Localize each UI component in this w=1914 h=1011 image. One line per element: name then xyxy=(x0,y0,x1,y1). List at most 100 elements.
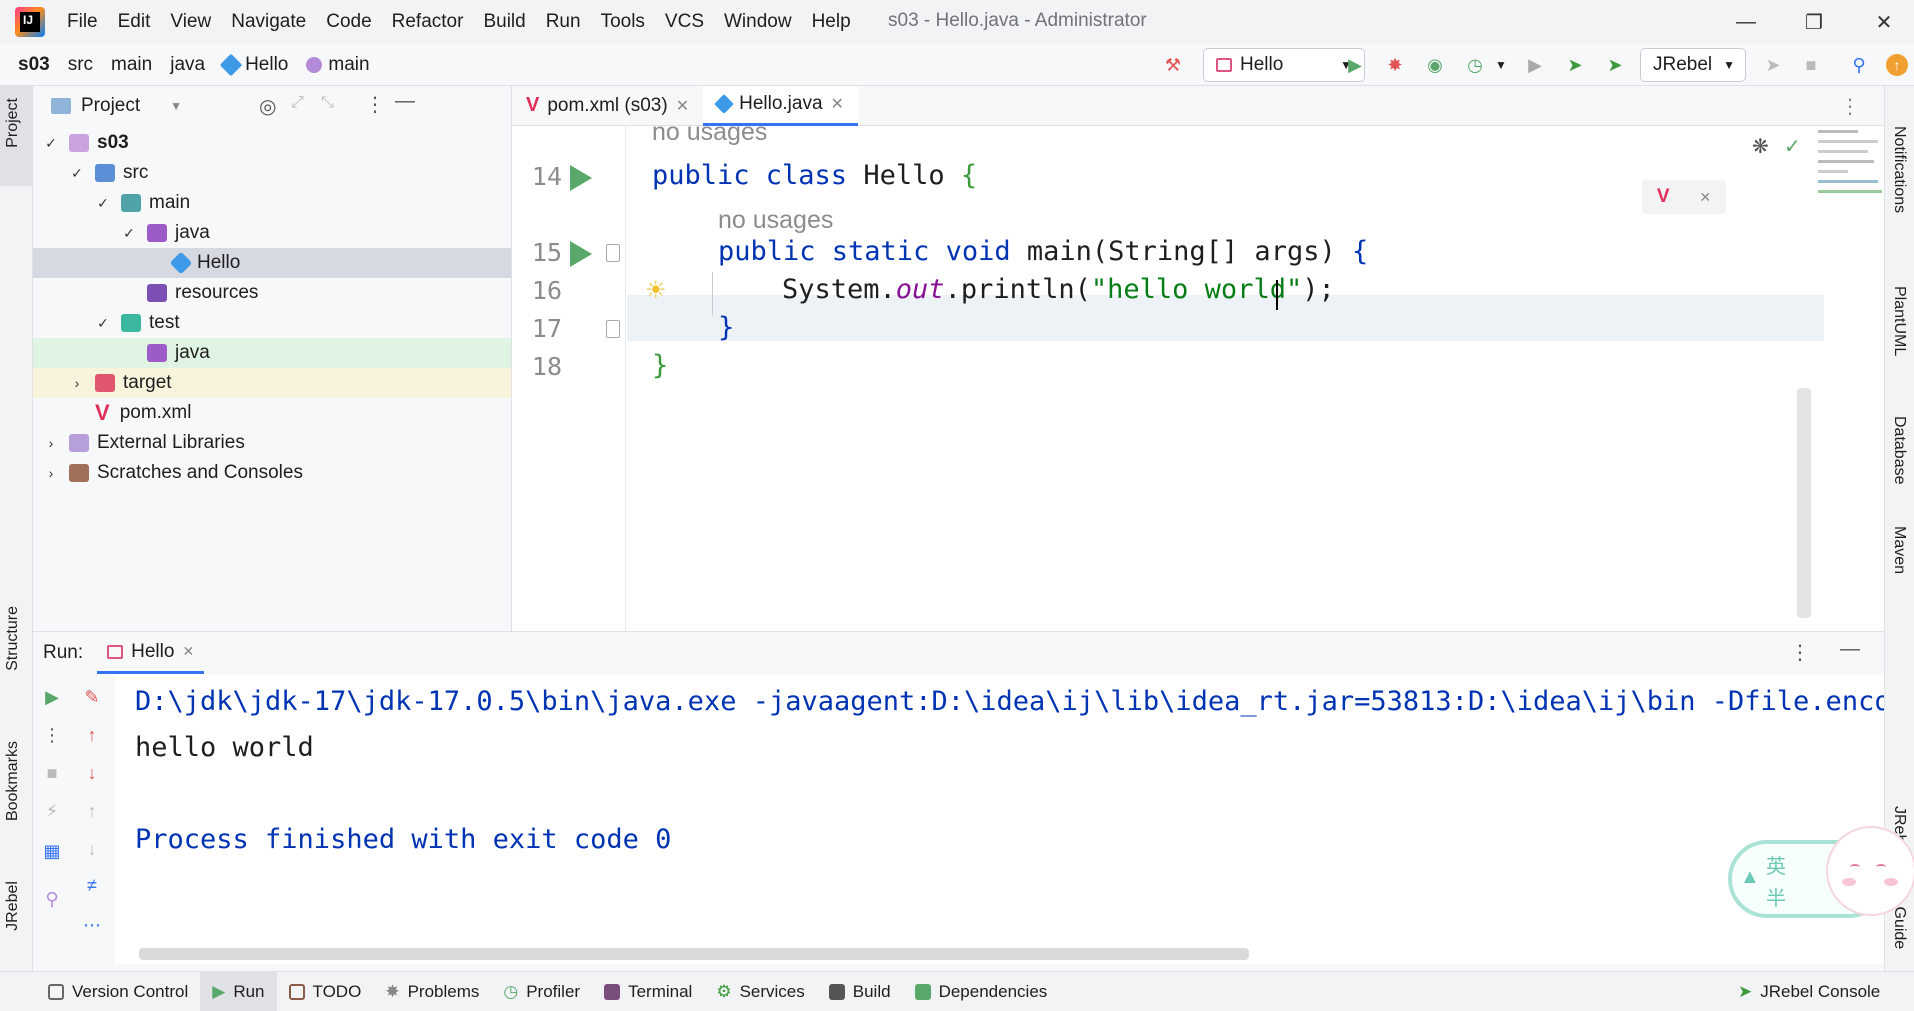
breadcrumb-main-method[interactable]: main xyxy=(306,54,370,76)
locate-target-icon[interactable]: ◎ xyxy=(259,94,276,119)
chevron-down-icon[interactable]: ✓ xyxy=(69,165,85,182)
close-icon[interactable]: ✕ xyxy=(676,96,689,116)
tool-dependencies[interactable]: Dependencies xyxy=(903,972,1060,1011)
tool-problems[interactable]: ✸ Problems xyxy=(373,972,491,1011)
tool-tab-structure[interactable]: Structure xyxy=(4,606,22,671)
tool-services[interactable]: ⚙ Services xyxy=(704,972,816,1011)
tool-version-control[interactable]: Version Control xyxy=(36,972,200,1011)
tree-node-s03[interactable]: ✓ s03 xyxy=(33,128,511,158)
minimize-button[interactable]: — xyxy=(1726,6,1766,38)
tool-run[interactable]: ▶ Run xyxy=(200,971,277,1011)
chevron-right-icon[interactable]: › xyxy=(43,435,59,451)
tree-node-src[interactable]: ✓ src xyxy=(33,158,511,188)
fold-icon[interactable] xyxy=(606,320,620,338)
update-icon[interactable]: ↑ xyxy=(1886,54,1908,76)
reader-mode-icon[interactable]: ❋ xyxy=(1752,134,1769,159)
jrebel-run-icon[interactable]: ➤ xyxy=(1564,54,1586,76)
menu-build[interactable]: Build xyxy=(483,11,525,33)
tool-tab-jrebel[interactable]: JRebel xyxy=(4,881,22,931)
tool-tab-database[interactable]: Database xyxy=(1890,416,1908,485)
fold-icon[interactable] xyxy=(606,244,620,262)
chevron-down-icon[interactable]: ✓ xyxy=(43,135,59,152)
layout-icon[interactable]: ▦ xyxy=(41,840,63,862)
menu-refactor[interactable]: Refactor xyxy=(392,11,464,33)
tool-tab-bookmarks[interactable]: Bookmarks xyxy=(4,741,22,821)
chevron-down-icon[interactable]: ✓ xyxy=(95,195,111,212)
chevron-right-icon[interactable]: › xyxy=(43,465,59,481)
run-tab-hello[interactable]: Hello ✕ xyxy=(97,632,205,674)
close-window-button[interactable]: ✕ xyxy=(1864,6,1904,38)
tree-node-scratches[interactable]: › Scratches and Consoles xyxy=(33,458,511,488)
tabs-options-icon[interactable]: ⋮ xyxy=(1840,94,1860,119)
debug-bug-icon[interactable]: ✸ xyxy=(1384,54,1406,76)
rerun-icon[interactable]: ▶ xyxy=(41,686,63,708)
tool-tab-maven[interactable]: Maven xyxy=(1890,526,1908,574)
project-panel-title[interactable]: Project xyxy=(81,95,140,117)
inspection-ok-icon[interactable]: ✓ xyxy=(1784,134,1801,159)
menu-window[interactable]: Window xyxy=(724,11,792,33)
tab-hello-java[interactable]: Hello.java ✕ xyxy=(703,85,858,126)
tool-todo[interactable]: TODO xyxy=(277,972,374,1011)
breadcrumb-main[interactable]: main xyxy=(111,54,152,76)
console-output[interactable]: D:\jdk\jdk-17\jdk-17.0.5\bin\java.exe -j… xyxy=(115,674,1884,964)
menu-code[interactable]: Code xyxy=(326,11,371,33)
tree-node-resources[interactable]: resources xyxy=(33,278,511,308)
tool-tab-project[interactable]: Project xyxy=(4,98,22,148)
menu-run[interactable]: Run xyxy=(546,11,581,33)
menu-navigate[interactable]: Navigate xyxy=(231,11,306,33)
menu-vcs[interactable]: VCS xyxy=(665,11,704,33)
run-gutter-icon[interactable] xyxy=(570,165,592,191)
tree-node-test-java[interactable]: java xyxy=(33,338,511,368)
tool-tab-notifications[interactable]: Notifications xyxy=(1890,126,1908,213)
tool-build[interactable]: Build xyxy=(817,972,903,1011)
tree-node-test[interactable]: ✓ test xyxy=(33,308,511,338)
hide-panel-icon[interactable]: — xyxy=(395,90,415,113)
chevron-right-icon[interactable]: › xyxy=(69,375,85,391)
coverage-icon[interactable]: ◉ xyxy=(1424,54,1446,76)
chevron-down-icon[interactable]: ▼ xyxy=(170,99,182,113)
hide-panel-icon[interactable]: — xyxy=(1840,638,1860,661)
usages-hint[interactable]: no usages xyxy=(718,206,833,235)
tree-node-hello[interactable]: Hello xyxy=(33,248,511,278)
editor-vertical-scrollbar[interactable] xyxy=(1797,388,1811,618)
lightbulb-icon[interactable]: ☀ xyxy=(645,276,667,305)
options-menu-icon[interactable]: ⋮ xyxy=(365,92,385,117)
tree-node-pom[interactable]: V pom.xml xyxy=(33,398,511,428)
run-configuration-select[interactable]: Hello ▼ xyxy=(1203,48,1365,82)
tab-pom-xml[interactable]: V pom.xml (s03) ✕ xyxy=(512,86,703,126)
menu-view[interactable]: View xyxy=(170,11,211,33)
tool-tab-plantuml[interactable]: PlantUML xyxy=(1890,286,1908,356)
pin-tab-icon[interactable]: ⚲ xyxy=(41,888,63,910)
breadcrumb-s03[interactable]: s03 xyxy=(18,54,50,76)
tree-node-target[interactable]: › target xyxy=(33,368,511,398)
breadcrumb-java[interactable]: java xyxy=(170,54,205,76)
close-icon[interactable]: ✕ xyxy=(1699,189,1711,206)
menu-file[interactable]: File xyxy=(67,11,98,33)
restore-button[interactable]: ❐ xyxy=(1794,6,1834,38)
usages-hint[interactable]: no usages xyxy=(652,126,767,147)
run-options-icon[interactable]: ⋮ xyxy=(1790,640,1810,665)
jrebel-select[interactable]: JRebel ▼ xyxy=(1640,48,1746,82)
tree-node-main[interactable]: ✓ main xyxy=(33,188,511,218)
run-gutter-icon[interactable] xyxy=(570,241,592,267)
tool-terminal[interactable]: Terminal xyxy=(592,972,704,1011)
up-arrow-icon[interactable]: ↑ xyxy=(81,724,103,746)
clear-console-icon[interactable]: ✎ xyxy=(81,686,103,708)
maven-reload-icon[interactable]: V xyxy=(1657,186,1670,208)
build-hammer-icon[interactable]: ⚒ xyxy=(1162,54,1184,76)
close-icon[interactable]: ✕ xyxy=(831,94,844,114)
chevron-down-icon[interactable]: ✓ xyxy=(95,315,111,332)
more-icon[interactable]: ⋯ xyxy=(81,914,103,936)
jrebel-debug-icon[interactable]: ➤ xyxy=(1604,54,1626,76)
down-arrow-icon[interactable]: ↓ xyxy=(81,762,103,784)
minimap[interactable] xyxy=(1814,126,1884,226)
menu-tools[interactable]: Tools xyxy=(601,11,645,33)
tree-node-java[interactable]: ✓ java xyxy=(33,218,511,248)
more-run-chevron-icon[interactable]: ▼ xyxy=(1490,54,1512,76)
breadcrumb-src[interactable]: src xyxy=(68,54,93,76)
more-actions-icon[interactable]: ⋮ xyxy=(41,724,63,746)
chevron-down-icon[interactable]: ✓ xyxy=(121,225,137,242)
tree-node-external-libraries[interactable]: › External Libraries xyxy=(33,428,511,458)
breadcrumb-hello[interactable]: Hello xyxy=(219,53,288,76)
menu-help[interactable]: Help xyxy=(812,11,851,33)
